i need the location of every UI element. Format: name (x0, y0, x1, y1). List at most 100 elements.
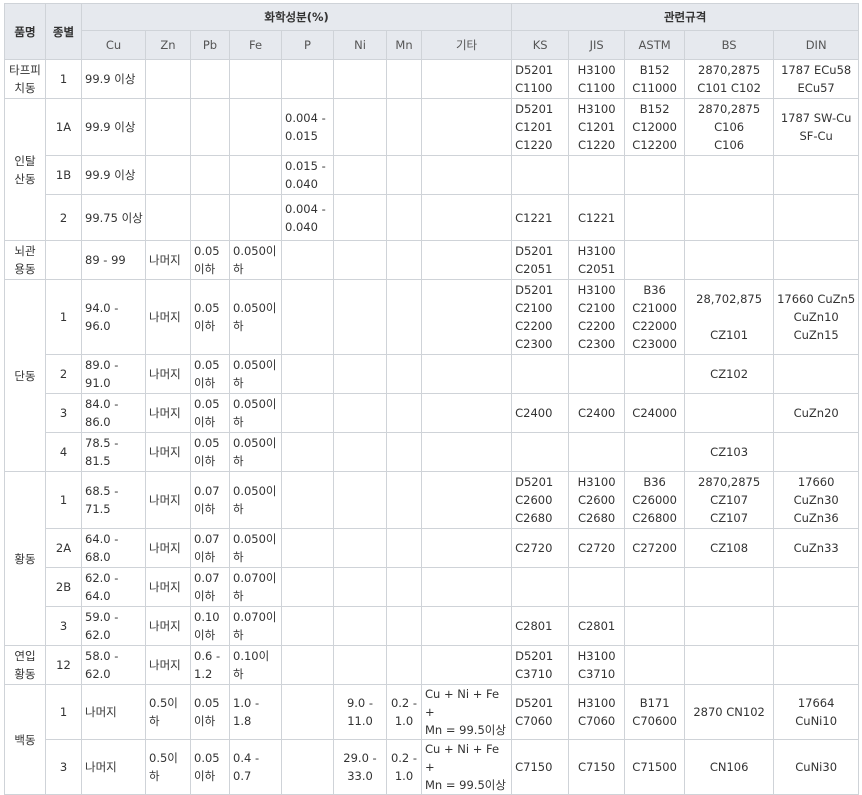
table-row: 단동 1 94.0 - 96.0 나머지 0.05 이하 0.050이하 D5201 C21… (4, 279, 860, 472)
table-row: 황동 1 68.5 - 71.5 나머지 0.07 이하 0.050이하 D5201 C26… (4, 471, 860, 646)
zn-cell: 나머지 (145, 528, 191, 568)
p-cell (281, 432, 334, 472)
zn-cell: 나머지 (145, 393, 191, 433)
etc-cell (420, 240, 513, 280)
ks-cell: D5201 C3710 (511, 645, 570, 685)
etc-cell (420, 59, 513, 99)
mn-cell (386, 432, 422, 472)
product-name-cell: 황동 (4, 471, 46, 646)
etc-cell (420, 98, 513, 156)
ni-cell (333, 98, 387, 156)
column-header: 기타 (420, 30, 513, 60)
bs-cell: CN106 (684, 739, 775, 795)
header-product: 품명 (4, 3, 46, 60)
grade-cell (45, 240, 82, 280)
column-header: Pb (190, 30, 230, 60)
fe-cell: 0.050이하 (229, 240, 282, 280)
p-cell: 0.004 - 0.015 (281, 98, 334, 156)
bs-cell: 2870,2875 CZ107 CZ107 (684, 471, 775, 529)
pb-cell: 0.07 이하 (190, 471, 230, 529)
jis-cell: H3100 C3710 (568, 645, 626, 685)
cu-cell: 64.0 - 68.0 (81, 528, 146, 568)
fe-cell: 0.050이하 (229, 471, 282, 529)
jis-cell: H3100 C2100 C2200 C2300 (568, 279, 626, 355)
pb-cell (190, 59, 230, 99)
column-header: Cu (81, 30, 146, 60)
grade-cell: 1 (45, 59, 82, 99)
cu-cell: 나머지 (81, 684, 146, 740)
product-name-cell: 단동 (4, 279, 46, 472)
table-row: 2 99.75 이상 0.004 - 0.040 C1221 C1221 (5, 194, 860, 241)
mn-cell (386, 59, 422, 99)
etc-cell: Cu + Ni + Fe + Mn = 99.5이상 (420, 684, 513, 740)
ks-cell (511, 354, 570, 394)
pb-cell: 0.05 이하 (190, 684, 230, 740)
pb-cell: 0.05 이하 (190, 240, 230, 280)
p-cell (281, 528, 334, 568)
p-cell (281, 59, 334, 99)
grade-cell: 3 (45, 739, 82, 795)
grade-cell: 4 (45, 432, 82, 472)
grade-cell: 12 (45, 645, 82, 685)
table-row: 3 84.0 - 86.0 나머지 0.05 이하 0.050이하 C2400 C2400 C… (5, 393, 860, 433)
zn-cell (145, 155, 191, 195)
fe-cell: 0.050이하 (229, 432, 282, 472)
din-cell (773, 432, 860, 472)
table-row: 뇌관 용동 89 - 99 나머지 0.05 이하 0.050이하 D5201 C2051… (4, 240, 860, 280)
table-row: 백동 1 나머지 0.5이 하 0.05 이하 1.0 - 1.8 9.0 - 11.0 0.… (4, 684, 860, 795)
p-cell: 0.015 - 0.040 (281, 155, 334, 195)
ks-cell: D5201 C2100 C2200 C2300 (511, 279, 570, 355)
din-cell (773, 567, 860, 607)
din-cell: CuZn20 (773, 393, 860, 433)
din-cell (773, 194, 860, 241)
din-cell: CuZn33 (773, 528, 860, 568)
pb-cell: 0.10 이하 (190, 606, 230, 646)
header-related-standards: 관련규격 (511, 3, 860, 31)
jis-cell: C2801 (568, 606, 626, 646)
din-cell (773, 645, 860, 685)
jis-cell: C1221 (568, 194, 626, 241)
etc-cell (420, 645, 513, 685)
astm-cell: C71500 (624, 739, 686, 795)
cu-cell: 99.75 이상 (81, 194, 146, 241)
p-cell (281, 240, 334, 280)
ni-cell (333, 279, 387, 355)
fe-cell: 0.050이하 (229, 528, 282, 568)
column-header: ASTM (624, 30, 686, 60)
astm-cell (624, 354, 686, 394)
zn-cell: 나머지 (145, 606, 191, 646)
din-cell (773, 240, 860, 280)
fe-cell: 0.050이하 (229, 393, 282, 433)
zn-cell: 나머지 (145, 471, 191, 529)
astm-cell: B36 C21000 C22000 C23000 (624, 279, 686, 355)
jis-cell: C2720 (568, 528, 626, 568)
bs-cell: CZ102 (684, 354, 775, 394)
table-row: 1B 99.9 이상 0.015 - 0.040 (5, 155, 860, 195)
mn-cell (386, 354, 422, 394)
p-cell (281, 684, 334, 740)
etc-cell (420, 393, 513, 433)
ks-cell: D5201 C2051 (511, 240, 570, 280)
ks-cell (511, 432, 570, 472)
fe-cell (229, 98, 282, 156)
grade-cell: 2 (45, 354, 82, 394)
fe-cell (229, 155, 282, 195)
din-cell (773, 606, 860, 646)
ni-cell (333, 528, 387, 568)
ni-cell (333, 393, 387, 433)
jis-cell: H3100 C2051 (568, 240, 626, 280)
pb-cell: 0.05 이하 (190, 739, 230, 795)
etc-cell (420, 194, 513, 241)
mn-cell (386, 393, 422, 433)
din-cell: 1787 SW-Cu SF-Cu (773, 98, 860, 156)
cu-cell: 68.5 - 71.5 (81, 471, 146, 529)
zn-cell: 나머지 (145, 279, 191, 355)
cu-cell: 나머지 (81, 739, 146, 795)
jis-cell (568, 155, 626, 195)
jis-cell: C2400 (568, 393, 626, 433)
bs-cell: 2870,2875 C106 C106 (684, 98, 775, 156)
header-grade: 종별 (45, 3, 82, 60)
bs-cell: 28,702,875 CZ101 (684, 279, 775, 355)
cu-cell: 99.9 이상 (81, 98, 146, 156)
pb-cell: 0.07 이하 (190, 567, 230, 607)
